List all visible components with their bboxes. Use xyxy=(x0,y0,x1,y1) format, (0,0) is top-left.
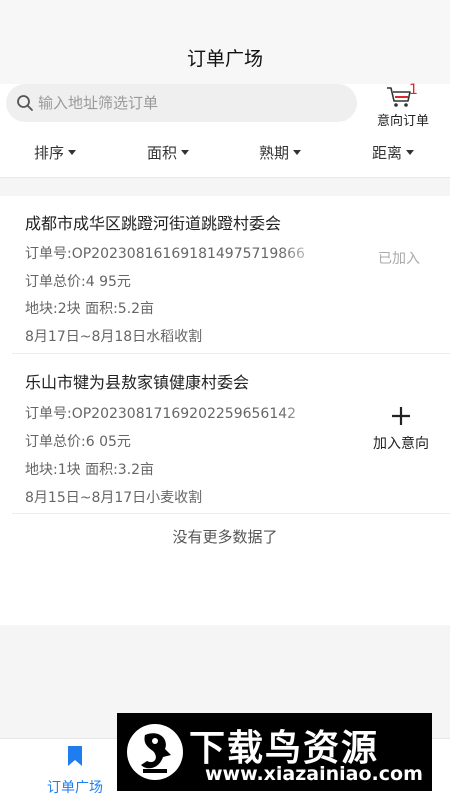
order-title: 成都市成华区跳蹬河街道跳蹬村委会 xyxy=(25,214,282,233)
order-number: 订单号:OP202308171692022596561​42 xyxy=(25,406,297,422)
order-card[interactable]: 成都市成华区跳蹬河街道跳蹬村委会 订单号:OP20230816169181497… xyxy=(12,196,450,354)
order-harvest: 8月17日~8月18日水稻收割 xyxy=(25,329,203,345)
watermark: 下载鸟资源 www.xiazainiao.com xyxy=(117,713,432,791)
header: 订单广场 xyxy=(0,0,450,84)
order-total: 订单总价:4 95元 xyxy=(25,274,131,290)
search-row: 1 意向订单 xyxy=(0,82,450,132)
bookmark-icon xyxy=(68,746,82,766)
filter-area[interactable]: 面积 xyxy=(147,140,190,164)
filter-distance[interactable]: 距离 xyxy=(372,140,415,164)
caret-down-icon xyxy=(406,149,415,155)
order-card[interactable]: 乐山市犍为县敖家镇健康村委会 订单号:OP2023081716920225965… xyxy=(12,355,450,514)
watermark-url: www.xiazainiao.com xyxy=(205,763,423,785)
order-list: 成都市成华区跳蹬河街道跳蹬村委会 订单号:OP20230816169181497… xyxy=(0,196,450,625)
order-number: 订单号:OP2023081616918149757198​66 xyxy=(25,246,305,262)
filter-maturity-label: 熟期 xyxy=(259,143,290,162)
plus-icon xyxy=(392,407,410,425)
page-title: 订单广场 xyxy=(186,48,263,70)
filter-distance-label: 距离 xyxy=(372,143,403,162)
cart-badge: 1 xyxy=(409,82,418,98)
intended-orders-button[interactable]: 1 意向订单 xyxy=(372,82,434,129)
search-icon xyxy=(17,95,33,111)
list-end-message: 没有更多数据了 xyxy=(172,528,278,546)
tab-order-plaza-label: 订单广场 xyxy=(47,780,103,796)
tab-order-plaza[interactable]: 订单广场 xyxy=(20,739,130,800)
caret-down-icon xyxy=(181,149,190,155)
search-box[interactable] xyxy=(6,84,357,122)
added-status: 已加入 xyxy=(378,251,420,267)
caret-down-icon xyxy=(68,149,77,155)
filter-bar: 排序 面积 熟期 距离 xyxy=(0,132,450,178)
order-total: 订单总价:6 05元 xyxy=(25,434,131,450)
add-intent-label: 加入意向 xyxy=(373,436,429,452)
filter-sort-label: 排序 xyxy=(34,143,65,162)
filter-sort[interactable]: 排序 xyxy=(34,140,77,164)
order-plots: 地块:1块 面积:3.2亩 xyxy=(25,462,155,478)
filter-maturity[interactable]: 熟期 xyxy=(259,140,302,164)
search-input[interactable] xyxy=(38,84,338,122)
filter-area-label: 面积 xyxy=(147,143,178,162)
order-title: 乐山市犍为县敖家镇健康村委会 xyxy=(25,373,250,392)
caret-down-icon xyxy=(293,149,302,155)
bird-logo-icon xyxy=(127,724,183,780)
order-plots: 地块:2块 面积:5.2亩 xyxy=(25,301,155,317)
cart-label: 意向订单 xyxy=(376,114,429,129)
order-harvest: 8月15日~8月17日小麦收割 xyxy=(25,490,203,506)
add-intent-button[interactable]: 加入意向 xyxy=(364,403,438,453)
